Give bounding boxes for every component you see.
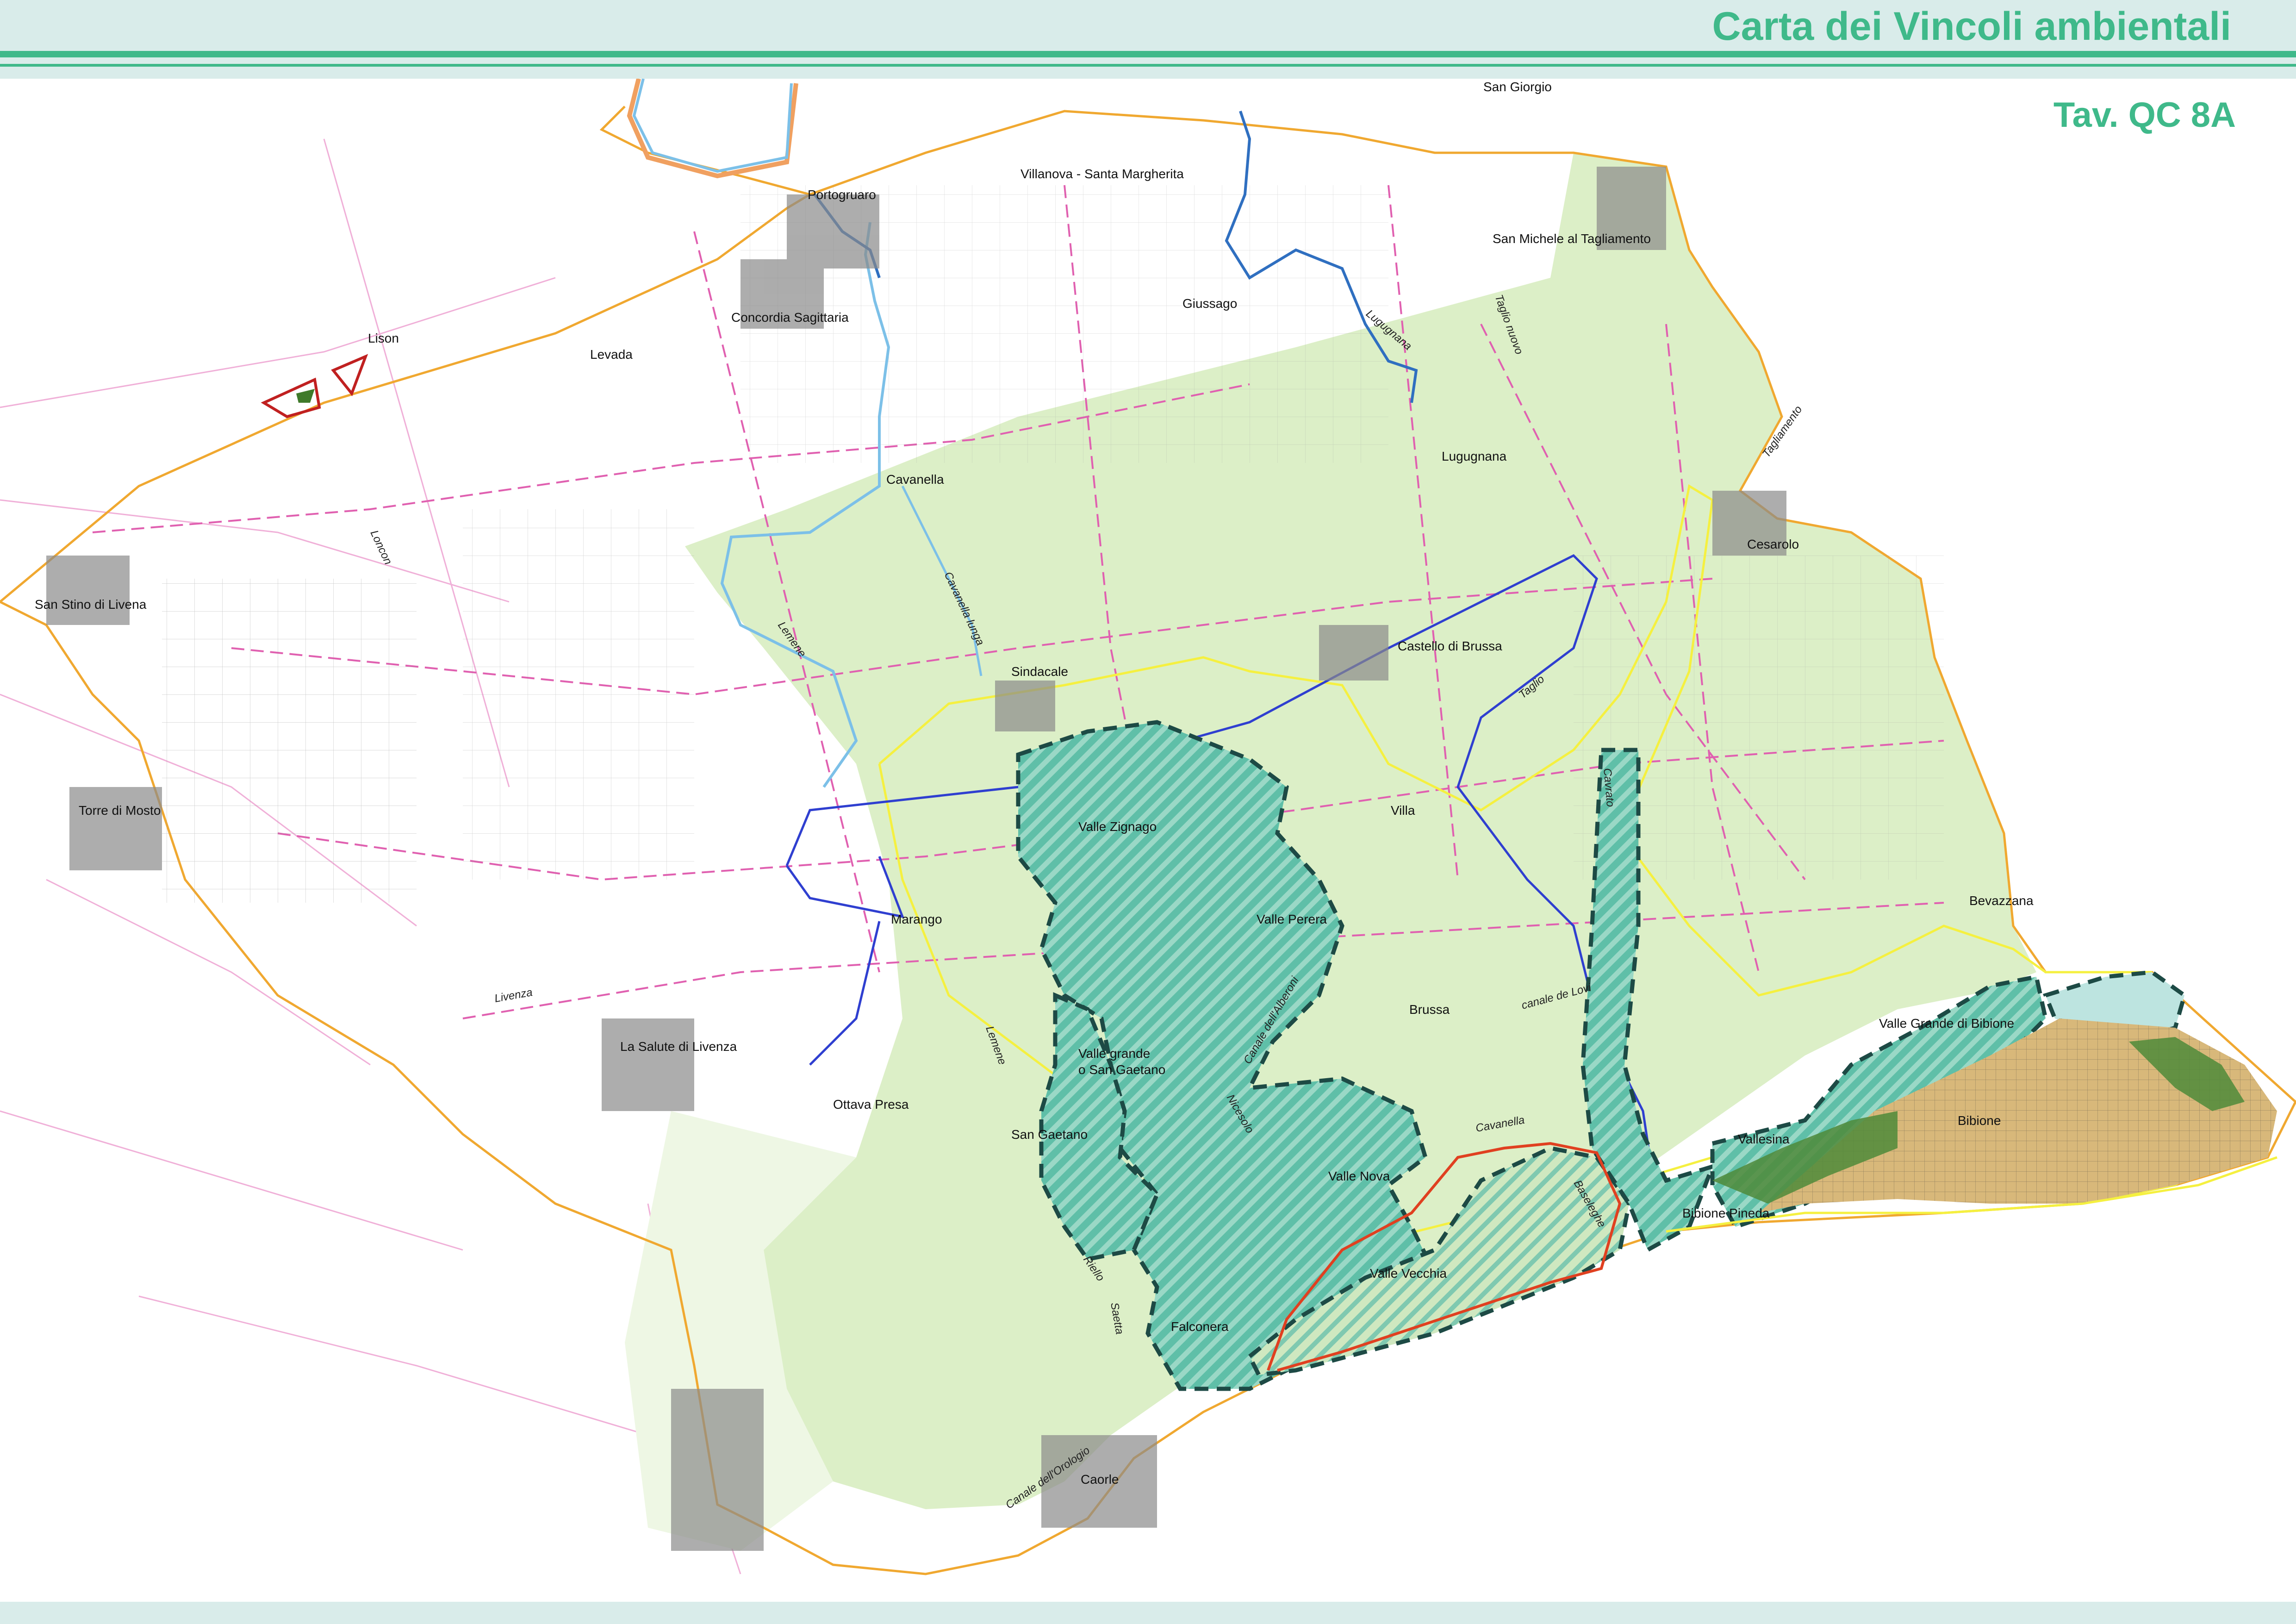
river-north-blue <box>632 79 793 173</box>
label-marango: Marango <box>891 912 942 926</box>
label-villanova: Villanova - Santa Margherita <box>1020 167 1184 181</box>
label-portogruaro: Portogruaro <box>808 187 876 202</box>
label-valle-grande: Valle grande <box>1078 1046 1150 1061</box>
label-bibione-pineda: Bibione Pineda <box>1682 1206 1770 1220</box>
label-brussa: Brussa <box>1409 1002 1450 1017</box>
map-title: Carta dei Vincoli ambientali <box>1712 4 2231 49</box>
label-caorle: Caorle <box>1081 1472 1119 1487</box>
red-site-lison <box>261 354 368 418</box>
label-bevazzana: Bevazzana <box>1969 893 2034 908</box>
label-vallesina: Vallesina <box>1738 1132 1790 1146</box>
header-rule-thin <box>0 64 2296 67</box>
label-san-gaetano: San Gaetano <box>1011 1127 1088 1142</box>
label-san-giorgio: San Giorgio <box>1483 80 1552 94</box>
label-san-gaetano-line2: o San Gaetano <box>1078 1062 1165 1077</box>
label-cavanella: Cavanella <box>886 472 944 487</box>
field-grid-west <box>162 579 417 903</box>
label-concordia: Concordia Sagittaria <box>731 310 849 325</box>
label-san-stino: San Stino di Livena <box>35 597 147 612</box>
label-castello-brussa: Castello di Brussa <box>1398 639 1502 653</box>
label-cesarolo: Cesarolo <box>1747 537 1799 551</box>
label-sindacale: Sindacale <box>1011 664 1068 679</box>
footer-band <box>0 1602 2296 1624</box>
label-torre-mosto: Torre di Mosto <box>79 803 161 818</box>
label-bibione: Bibione <box>1958 1113 2001 1128</box>
label-levada: Levada <box>590 347 633 362</box>
green-site-lison <box>296 389 315 403</box>
label-valle-vecchia: Valle Vecchia <box>1370 1266 1447 1280</box>
label-lugugnana: Lugugnana <box>1442 449 1507 463</box>
label-valle-perera: Valle Perera <box>1257 912 1327 926</box>
label-lison: Lison <box>368 331 399 345</box>
label-valle-zignago: Valle Zignago <box>1078 819 1157 834</box>
label-la-salute: La Salute di Livenza <box>620 1039 737 1054</box>
label-water-livenza: Livenza <box>493 986 533 1005</box>
map-canvas[interactable]: San Giorgio Portogruaro Villanova - Sant… <box>0 79 2296 1602</box>
label-san-michele: San Michele al Tagliamento <box>1493 231 1651 246</box>
header-rule <box>0 51 2296 57</box>
label-valle-grande-bibione: Valle Grande di Bibione <box>1879 1016 2014 1031</box>
label-ottava-presa: Ottava Presa <box>833 1097 909 1112</box>
label-valle-nova: Valle Nova <box>1328 1169 1390 1183</box>
label-falconera: Falconera <box>1171 1319 1229 1334</box>
field-grid-center <box>463 509 694 880</box>
label-villa: Villa <box>1391 803 1415 818</box>
label-giussago: Giussago <box>1182 296 1237 311</box>
